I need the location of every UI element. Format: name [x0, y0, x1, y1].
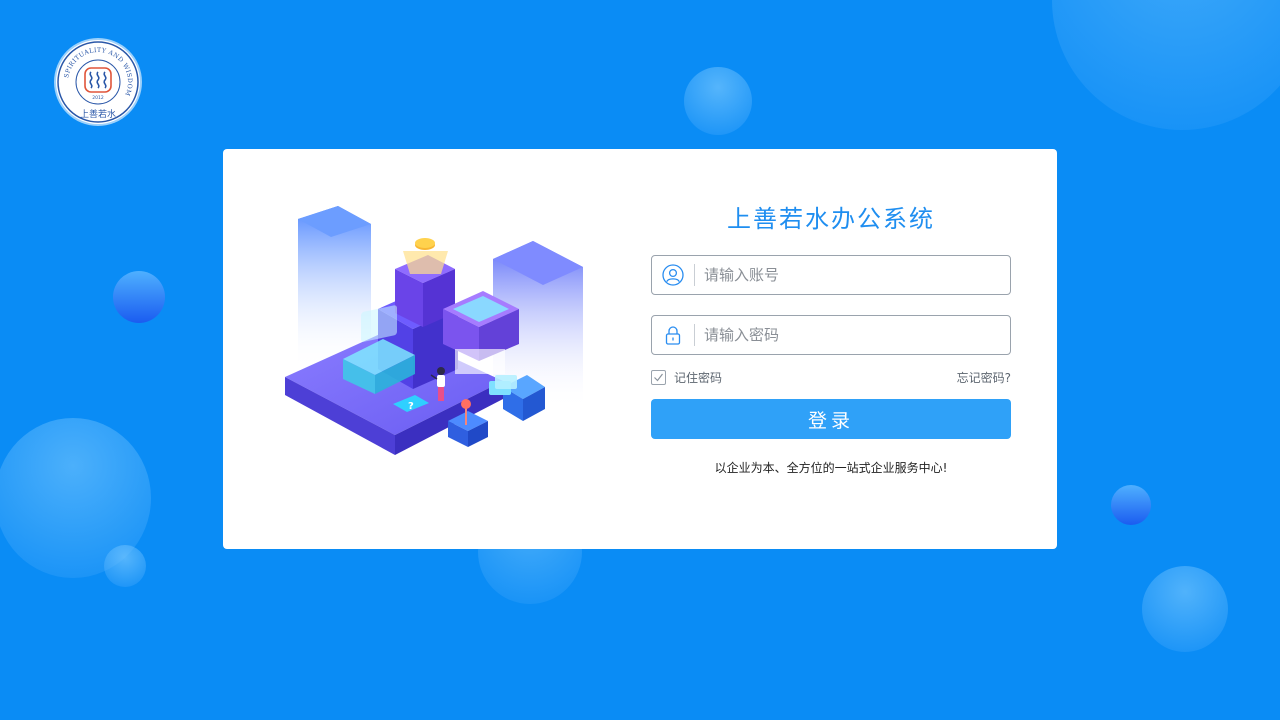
svg-text:?: ? [408, 401, 414, 412]
account-input[interactable] [704, 256, 994, 294]
password-input[interactable] [704, 316, 994, 354]
logo: SPIRITUALITY AND WISDOM 2012 上善若水 [56, 40, 140, 124]
background-bubble [104, 545, 146, 587]
user-icon [652, 256, 694, 294]
login-form: 上善若水办公系统 请输入账号 记住密码 忘记密码? 登录 以企业为本、全方位的一… [651, 201, 1011, 476]
login-button[interactable]: 登录 [651, 399, 1011, 439]
background-bubble [113, 271, 165, 323]
password-field[interactable] [651, 315, 1011, 355]
account-field[interactable] [651, 255, 1011, 295]
login-card: ? 上善若水办公系统 请输入账号 记住密码 忘记密码? 登录 以企业为本、全方位… [223, 149, 1057, 549]
field-divider [694, 324, 695, 346]
logo-year: 2012 [92, 95, 104, 101]
lock-icon [652, 316, 694, 354]
logo-bottom-text: 上善若水 [80, 108, 116, 120]
background-bubble [1052, 0, 1280, 130]
check-icon[interactable] [651, 370, 666, 385]
slogan-text: 以企业为本、全方位的一站式企业服务中心! [714, 461, 948, 475]
remember-password-label: 记住密码 [674, 371, 723, 385]
remember-password-checkbox[interactable]: 记住密码 [651, 369, 722, 386]
forgot-password-link[interactable]: 忘记密码? [957, 369, 1011, 386]
isometric-illustration: ? [285, 206, 583, 455]
background-bubble [684, 67, 752, 135]
background-bubble [1111, 485, 1151, 525]
field-divider [694, 264, 695, 286]
login-options: 记住密码 忘记密码? [651, 369, 1011, 389]
page-title: 上善若水办公系统 [727, 205, 935, 233]
background-bubble [1142, 566, 1228, 652]
